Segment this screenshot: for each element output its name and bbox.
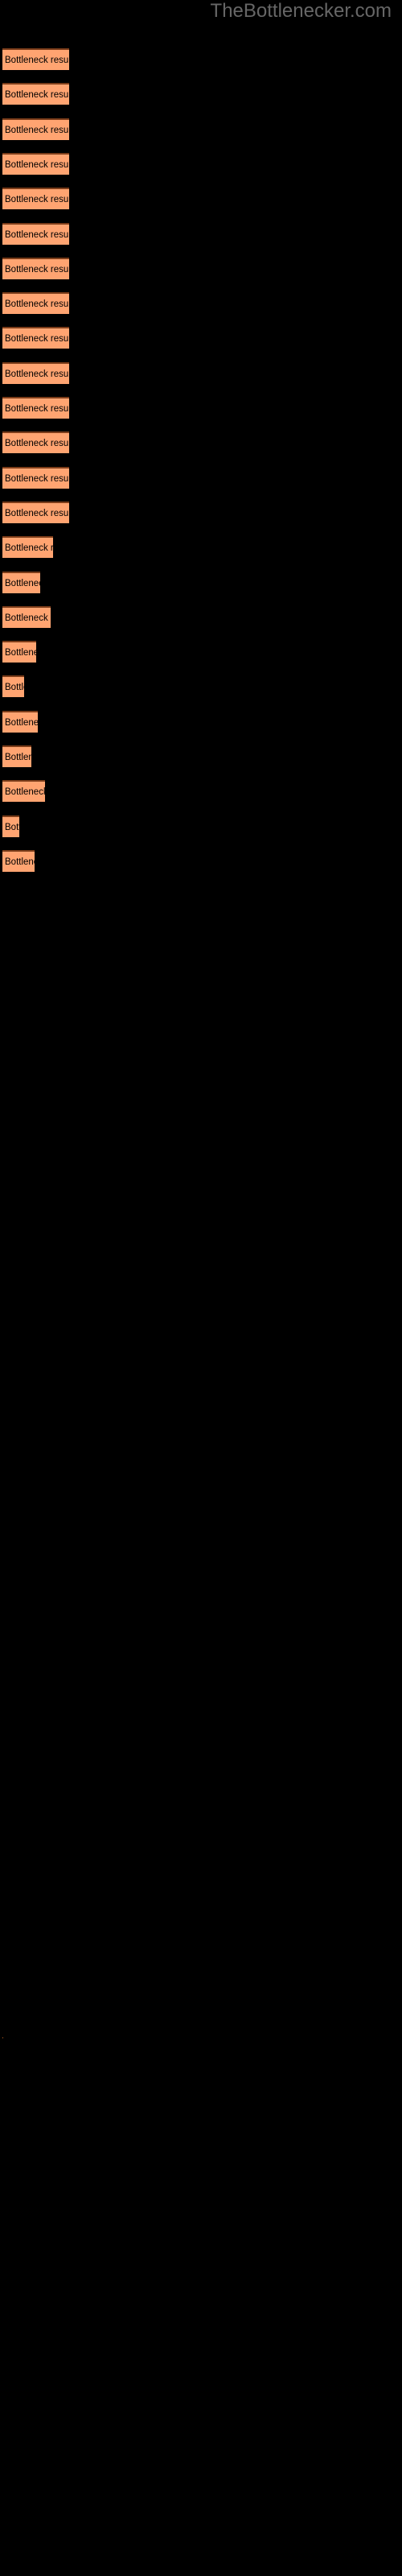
bar-bottleneck-result[interactable]: Bottleneck result <box>2 745 31 767</box>
bar-bottleneck-result[interactable]: Bottleneck result <box>2 258 69 279</box>
bar-bottleneck-result[interactable]: Bottleneck result <box>2 536 53 558</box>
bar-label: Bottleneck result <box>5 857 35 867</box>
bar-bottleneck-result[interactable]: Bottleneck result <box>2 362 69 384</box>
bar-label: Bottleneck result <box>5 265 69 275</box>
bar-bottleneck-result[interactable]: Bottleneck result <box>2 118 69 140</box>
bar-label: Bottleneck result <box>5 613 51 623</box>
bars-layer: Bottleneck result Bottleneck result Bottle… <box>0 0 402 2576</box>
bar-label: Bottleneck result <box>5 56 69 65</box>
bar-bottleneck-result[interactable]: Bottleneck result <box>2 83 69 105</box>
bar-label: Bottleneck result <box>5 439 69 448</box>
bar-label: Bottleneck result <box>5 543 53 553</box>
bar-bottleneck-result[interactable]: Bottleneck result <box>2 850 35 872</box>
bar-bottleneck-result[interactable]: Bottleneck result <box>2 780 45 802</box>
bar-bottleneck-result[interactable]: Bottleneck result <box>2 572 40 593</box>
bar-bottleneck-result[interactable]: Bottleneck result <box>2 292 69 314</box>
bar-label: Bottleneck result <box>5 753 31 762</box>
bar-chart-canvas: TheBottlenecker.com Bottleneck result Bot… <box>0 0 402 2576</box>
bar-label: Bottleneck result <box>5 823 19 832</box>
bar-bottleneck-result[interactable]: Bottleneck result <box>2 711 38 733</box>
bar-label: Bottleneck result <box>5 230 69 240</box>
bar-bottleneck-result[interactable]: Bottleneck result <box>2 815 19 837</box>
bar-bottleneck-result[interactable]: Bottleneck result <box>2 502 69 523</box>
bar-label: Bottleneck result <box>5 160 69 170</box>
bar-bottleneck-result[interactable]: Bottleneck result <box>2 641 36 663</box>
bar-label: Bottleneck result <box>5 787 45 797</box>
bar-label: Bottleneck result <box>5 683 24 692</box>
bar-label: Bottleneck result <box>5 299 69 309</box>
bar-bottleneck-result[interactable]: Bottleneck result <box>2 431 69 453</box>
bar-label: Bottleneck result <box>5 474 69 484</box>
stray-pixel-artifact <box>2 2037 3 2038</box>
bar-bottleneck-result[interactable]: Bottleneck result <box>2 467 69 489</box>
bar-bottleneck-result[interactable]: Bottleneck result <box>2 188 69 209</box>
bar-bottleneck-result[interactable]: Bottleneck result <box>2 675 24 697</box>
bar-bottleneck-result[interactable]: Bottleneck result <box>2 397 69 419</box>
bar-label: Bottleneck result <box>5 90 69 100</box>
bar-bottleneck-result[interactable]: Bottleneck result <box>2 606 51 628</box>
bar-label: Bottleneck result <box>5 718 38 728</box>
bar-bottleneck-result[interactable]: Bottleneck result <box>2 327 69 349</box>
bar-label: Bottleneck result <box>5 334 69 344</box>
bar-label: Bottleneck result <box>5 126 69 135</box>
bar-label: Bottleneck result <box>5 579 40 588</box>
bar-bottleneck-result[interactable]: Bottleneck result <box>2 48 69 70</box>
bar-label: Bottleneck result <box>5 509 69 518</box>
bar-label: Bottleneck result <box>5 195 69 204</box>
bar-label: Bottleneck result <box>5 648 36 658</box>
bar-bottleneck-result[interactable]: Bottleneck result <box>2 223 69 245</box>
bar-label: Bottleneck result <box>5 369 69 379</box>
bar-bottleneck-result[interactable]: Bottleneck result <box>2 153 69 175</box>
bar-label: Bottleneck result <box>5 404 69 414</box>
